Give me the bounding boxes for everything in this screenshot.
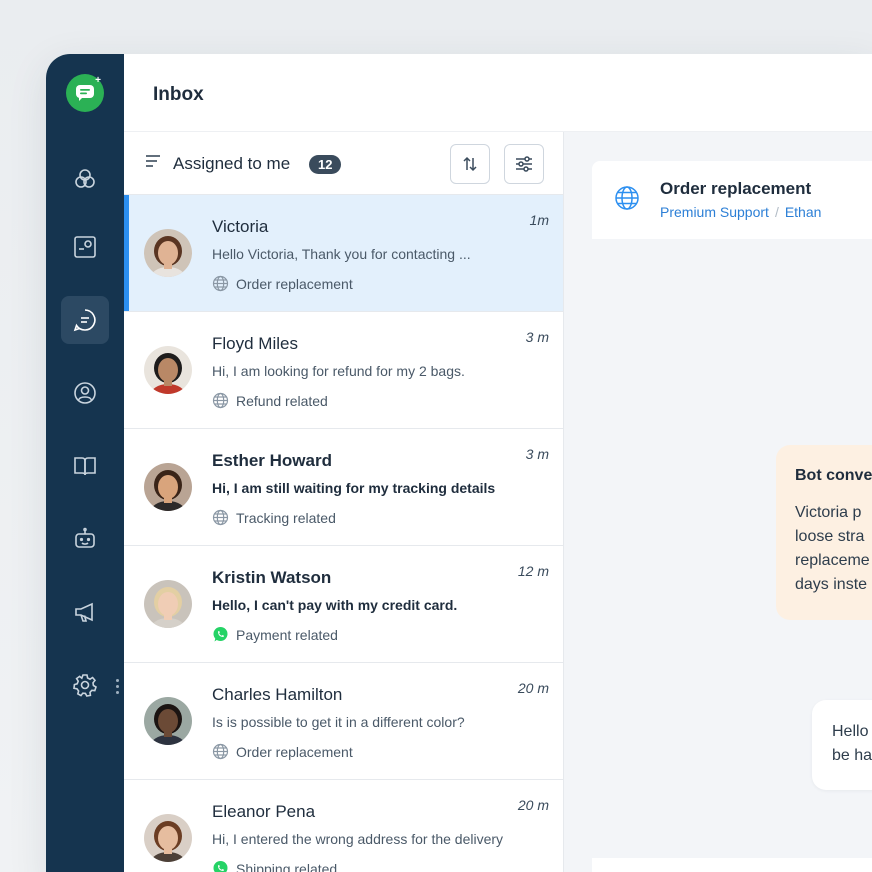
conversation-tag: Order replacement [212,275,353,292]
bot-bubble-title: Bot conve [795,467,872,484]
filter-lines-icon[interactable] [145,154,161,168]
page-header: Inbox [124,54,872,132]
whatsapp-icon [213,861,228,872]
contact-name: Eleanor Pena [212,802,316,821]
globe-icon [212,392,229,409]
composer-area[interactable] [592,858,872,872]
contact-name: Esther Howard [212,451,332,470]
conversation-tag: Order replacement [212,743,353,760]
bot-icon [75,527,95,548]
conversation-tag: Refund related [212,392,328,409]
globe-icon [212,509,229,526]
globe-icon [615,186,639,210]
team-link[interactable]: Premium Support [660,204,769,220]
user-circle-icon [74,382,96,404]
contact-name: Victoria [212,217,269,236]
book-icon [74,457,96,476]
tag-label: Order replacement [236,743,353,760]
sidebar-item-bots[interactable] [61,515,109,563]
message-preview: Hello, I can't pay with my credit card. [212,597,458,613]
circles-icon [75,169,95,188]
tag-label: Order replacement [236,275,353,292]
page-title: Inbox [153,84,204,105]
tag-label: Refund related [236,392,328,409]
bot-bubble-text: Victoria p loose stra replaceme days ins… [795,504,870,593]
conversation-title: Order replacement [660,179,812,198]
globe-icon [212,743,229,760]
conversation-tag: Payment related [212,626,338,643]
timestamp: 12 m [517,563,549,579]
sidebar-item-reports[interactable] [61,223,109,271]
sidebar-item-contacts[interactable] [61,369,109,417]
conversation-item[interactable]: Esther Howard Hi, I am still waiting for … [124,429,563,546]
conversation-item[interactable]: Kristin Watson Hello, I can't pay with my… [124,546,563,663]
contact-name: Floyd Miles [212,334,298,353]
contact-name: Kristin Watson [212,568,332,587]
timestamp: 3 m [525,329,549,345]
contact-name: Charles Hamilton [212,685,343,704]
conversation-tag: Tracking related [212,509,336,526]
plus-icon: + [95,75,101,86]
breadcrumb-separator: / [774,204,779,220]
avatar [144,814,192,862]
timestamp: 1m [529,212,549,228]
app-window: + Inbox Assigned to me 12 Victoria Hello… [46,54,872,872]
whatsapp-icon [213,627,228,642]
conversation-detail-panel: Order replacement Premium Support / Ethan … [564,132,872,872]
conversation-item[interactable]: Floyd Miles Hi, I am looking for refund f… [124,312,563,429]
conversation-item[interactable]: Charles Hamilton Is is possible to get it… [124,663,563,780]
timestamp: 3 m [525,446,549,462]
avatar [144,463,192,511]
sliders-icon [516,156,532,172]
avatar [144,580,192,628]
conversation-item[interactable]: Eleanor Pena Hi, I entered the wrong addr… [124,780,563,872]
tag-label: Payment related [236,626,338,643]
assignment-filter-label[interactable]: Assigned to me [173,154,290,174]
sort-arrows-icon [463,156,477,172]
message-preview: Hi, I am looking for refund for my 2 bag… [212,363,465,379]
sidebar-item-campaigns[interactable] [61,588,109,636]
tag-label: Shipping related [236,860,338,872]
sidebar-item-settings[interactable] [61,661,109,709]
message-preview: Hello Victoria, Thank you for contacting… [212,246,471,262]
bot-conversation-bubble: Bot conve Victoria p loose stra replacem… [776,445,872,620]
message-preview: Hi, I entered the wrong address for the … [212,831,504,847]
avatar [144,346,192,394]
report-icon [74,236,96,258]
timestamp: 20 m [517,680,549,696]
app-logo[interactable]: + [66,74,104,112]
timestamp: 20 m [517,797,549,813]
count-badge: 12 [309,155,342,174]
chat-icon [73,309,96,332]
conversation-tag: Shipping related [212,860,337,872]
sidebar-item-knowledge-base[interactable] [61,442,109,490]
agent-link[interactable]: Ethan [785,204,822,220]
conversation-list-panel: Assigned to me 12 Victoria Hello Victoria… [124,132,564,872]
message-preview: Hi, I am still waiting for my tracking d… [212,480,496,496]
conversation-item[interactable]: Victoria Hello Victoria, Thank you for co… [124,195,563,312]
globe-icon [212,275,229,292]
list-toolbar: Assigned to me 12 [124,132,563,195]
more-options-handle[interactable] [115,679,119,694]
sidebar-item-inbox[interactable] [61,296,109,344]
sidebar: + [46,54,124,872]
gear-icon [73,674,97,697]
tag-label: Tracking related [236,509,336,526]
sort-button[interactable] [450,144,490,184]
conversation-list: Victoria Hello Victoria, Thank you for co… [124,195,563,872]
avatar [144,229,192,277]
filter-settings-button[interactable] [504,144,544,184]
chat-logo-icon [76,85,94,101]
megaphone-icon [75,602,93,622]
avatar [144,697,192,745]
conversation-header: Order replacement Premium Support / Ethan [592,161,872,239]
message-bubble: Hello be ha [812,700,872,790]
breadcrumb: Premium Support / Ethan [660,204,821,220]
message-preview: Is is possible to get it in a different … [212,714,465,730]
sidebar-item-integrations[interactable] [61,155,109,203]
